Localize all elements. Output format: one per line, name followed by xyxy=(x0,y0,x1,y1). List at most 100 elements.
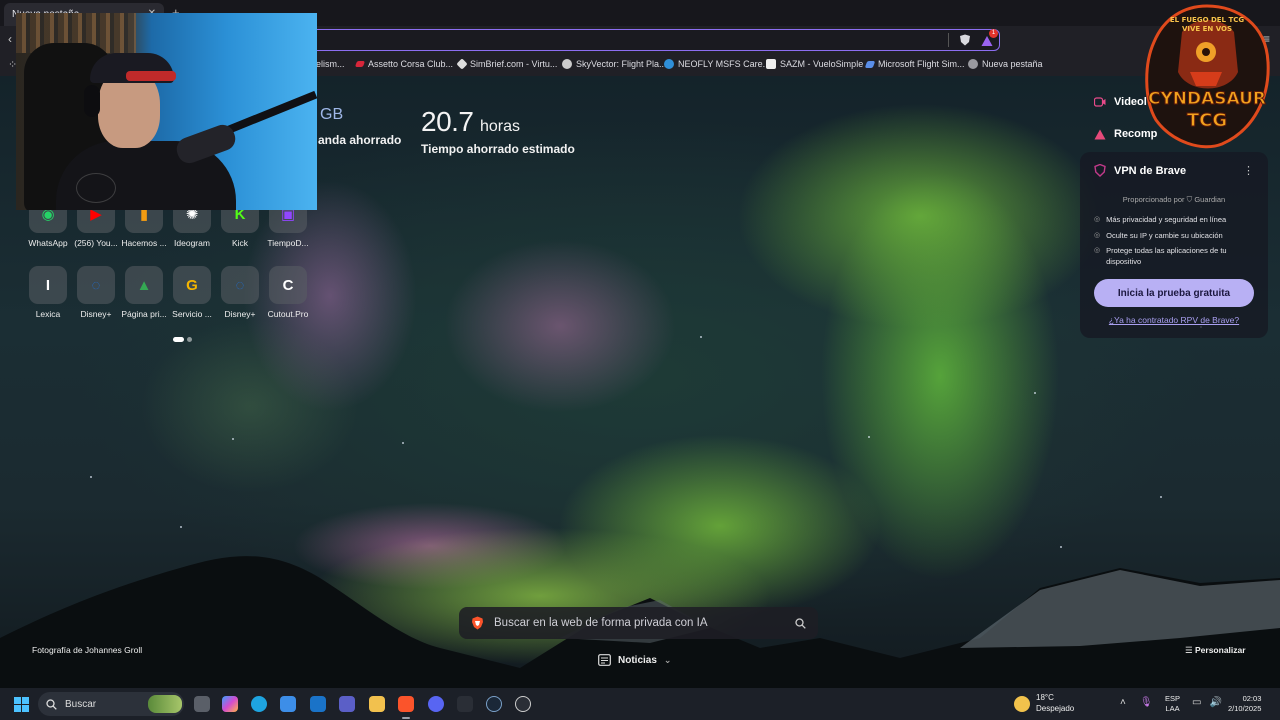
obs-icon[interactable] xyxy=(515,696,531,712)
bookmark-label: SimBrief.com - Virtu... xyxy=(470,59,558,69)
cap-bill xyxy=(126,71,176,81)
cutout-icon: C xyxy=(269,266,307,304)
bookmark-item[interactable]: SimBrief.com - Virtu... xyxy=(456,58,558,70)
display-icon[interactable]: ▭ xyxy=(1192,697,1201,708)
system-tray: ˄ 🎙 xyxy=(1120,697,1153,708)
pager-dot[interactable] xyxy=(187,337,192,342)
bookmark-item[interactable]: SkyVector: Flight Pla... xyxy=(562,59,667,69)
bookmark-item[interactable]: NEOFLY MSFS Care... xyxy=(664,59,770,69)
vuelosimple-icon xyxy=(766,59,776,69)
neofly-icon xyxy=(664,59,674,69)
brave-shield-icon[interactable] xyxy=(959,34,971,46)
already-purchased-link[interactable]: ¿Ya ha contratado RPV de Brave? xyxy=(1094,315,1254,325)
site-glyph: I xyxy=(45,276,51,294)
input-language[interactable]: ESP LAA xyxy=(1165,694,1180,714)
newspaper-icon xyxy=(598,654,611,666)
chevron-down-icon: ⌄ xyxy=(663,654,672,665)
clock-time: 02:03 xyxy=(1242,694,1262,703)
weather-widget[interactable]: 18°C Despejado xyxy=(1014,693,1074,715)
steam-icon[interactable] xyxy=(486,696,502,712)
bookmark-label: Assetto Corsa Club... xyxy=(368,59,454,69)
site-glyph: ◌ xyxy=(91,276,101,294)
start-trial-button[interactable]: Inicia la prueba gratuita xyxy=(1094,279,1254,307)
bookmark-label: Microsoft Flight Sim... xyxy=(878,59,965,69)
taskbar-search[interactable]: Buscar xyxy=(38,692,184,716)
drive-icon: ▲ xyxy=(125,266,163,304)
search-highlight-image xyxy=(148,695,182,713)
outlook-icon[interactable] xyxy=(310,696,326,712)
brave-rewards-icon[interactable]: 1 xyxy=(981,29,998,46)
edge-icon[interactable] xyxy=(251,696,267,712)
weather-desc: Despejado xyxy=(1036,703,1075,713)
site-glyph: ◌ xyxy=(235,276,245,294)
msfs-icon xyxy=(864,60,876,68)
site-glyph: G xyxy=(186,276,198,294)
microphone-icon[interactable]: 🎙 xyxy=(1140,697,1153,708)
chevron-up-icon[interactable]: ˄ xyxy=(1120,697,1126,708)
clock[interactable]: 02:03 2/10/2025 xyxy=(1228,694,1261,714)
speaker-icon[interactable]: 🔊 xyxy=(1209,697,1221,708)
brave-browser-icon[interactable] xyxy=(398,696,414,712)
bookmark-item[interactable]: Assetto Corsa Club... xyxy=(354,59,454,69)
time-unit: horas xyxy=(479,118,520,135)
check-icon: ◎ xyxy=(1094,231,1101,239)
bandwidth-unit: GB xyxy=(320,106,344,123)
pager-dot-active[interactable] xyxy=(173,337,184,342)
task-view-icon[interactable] xyxy=(194,696,210,712)
news-label: Noticias xyxy=(618,654,657,666)
time-saved-stat: 20.7 horas Tiempo ahorrado estimado xyxy=(421,106,575,156)
back-arrow-icon[interactable]: ‹ xyxy=(8,32,12,46)
clock-date: 2/10/2025 xyxy=(1228,704,1262,714)
store-icon[interactable] xyxy=(280,696,296,712)
provided-by-label: Proporcionado por xyxy=(1122,195,1185,204)
top-sites-pager[interactable] xyxy=(173,337,192,342)
vpn-feature: ◎ Oculte su IP y cambie su ubicación xyxy=(1094,231,1254,242)
active-app-indicator xyxy=(402,717,410,719)
bookmark-item[interactable]: Nueva pestaña xyxy=(968,59,1043,69)
personalize-button[interactable]: ☰ Personalizar xyxy=(1185,645,1246,656)
simbrief-icon xyxy=(456,58,468,70)
bookmark-item[interactable]: elism... xyxy=(316,59,345,69)
rewards-badge: 1 xyxy=(989,29,998,38)
vpn-shield-icon xyxy=(1094,164,1106,177)
bandwidth-saved-stat: GB anda ahorrado xyxy=(318,106,401,147)
lexica-icon: I xyxy=(29,266,67,304)
search-icon xyxy=(46,698,57,710)
sticker-brand: CYNDASAUR xyxy=(1148,89,1266,109)
check-icon: ◎ xyxy=(1094,247,1101,254)
bookmark-item[interactable]: Microsoft Flight Sim... xyxy=(864,59,965,69)
rewards-triangle-icon xyxy=(1094,129,1106,139)
discord-icon[interactable] xyxy=(428,696,444,712)
sliders-icon: ☰ xyxy=(1185,645,1193,655)
feature-text: Más privacidad y seguridad en línea xyxy=(1106,215,1227,224)
teams-icon[interactable] xyxy=(339,696,355,712)
copilot-icon[interactable] xyxy=(222,696,238,712)
bookmark-item[interactable]: SAZM - VueloSimple xyxy=(766,59,863,69)
news-toggle[interactable]: Noticias ⌄ xyxy=(598,654,671,666)
top-site-label: Cutout.Pro xyxy=(267,309,309,319)
disney-icon: ◌ xyxy=(221,266,259,304)
time-label: Tiempo ahorrado estimado xyxy=(421,142,575,156)
check-icon: ◎ xyxy=(1094,216,1101,223)
kebab-menu-icon[interactable]: ⋮ xyxy=(1243,164,1254,177)
guardian-icon: ⛉ xyxy=(1186,195,1193,204)
sticker-brand2: TCG xyxy=(1187,110,1227,131)
bookmark-label: Nueva pestaña xyxy=(982,59,1043,69)
weather-temp: 18°C xyxy=(1036,693,1054,702)
tiktok-icon[interactable] xyxy=(457,696,473,712)
search-box[interactable]: Buscar en la web de forma privada con IA xyxy=(459,607,818,639)
file-explorer-icon[interactable] xyxy=(369,696,385,712)
divider xyxy=(948,33,949,47)
feature-text: Protege todas las aplicaciones de tu dis… xyxy=(1106,246,1227,266)
vpn-title: VPN de Brave xyxy=(1114,164,1187,177)
top-site-tile[interactable]: C Cutout.Pro xyxy=(260,266,316,319)
windows-taskbar: Buscar 18°C Despejado ˄ 🎙 ESP LAA ▭ 🔊 02… xyxy=(0,688,1280,720)
search-input[interactable]: Buscar en la web de forma privada con IA xyxy=(494,617,785,629)
bandwidth-label: anda ahorrado xyxy=(318,133,402,147)
photo-credit[interactable]: Fotografía de Johannes Groll xyxy=(32,645,142,655)
address-bar[interactable]: 1 xyxy=(300,29,1000,51)
search-icon[interactable] xyxy=(795,617,806,629)
shirt-logo xyxy=(76,173,116,203)
vpn-feature: ◎ Más privacidad y seguridad en línea xyxy=(1094,215,1254,226)
windows-start-icon[interactable] xyxy=(14,697,29,712)
